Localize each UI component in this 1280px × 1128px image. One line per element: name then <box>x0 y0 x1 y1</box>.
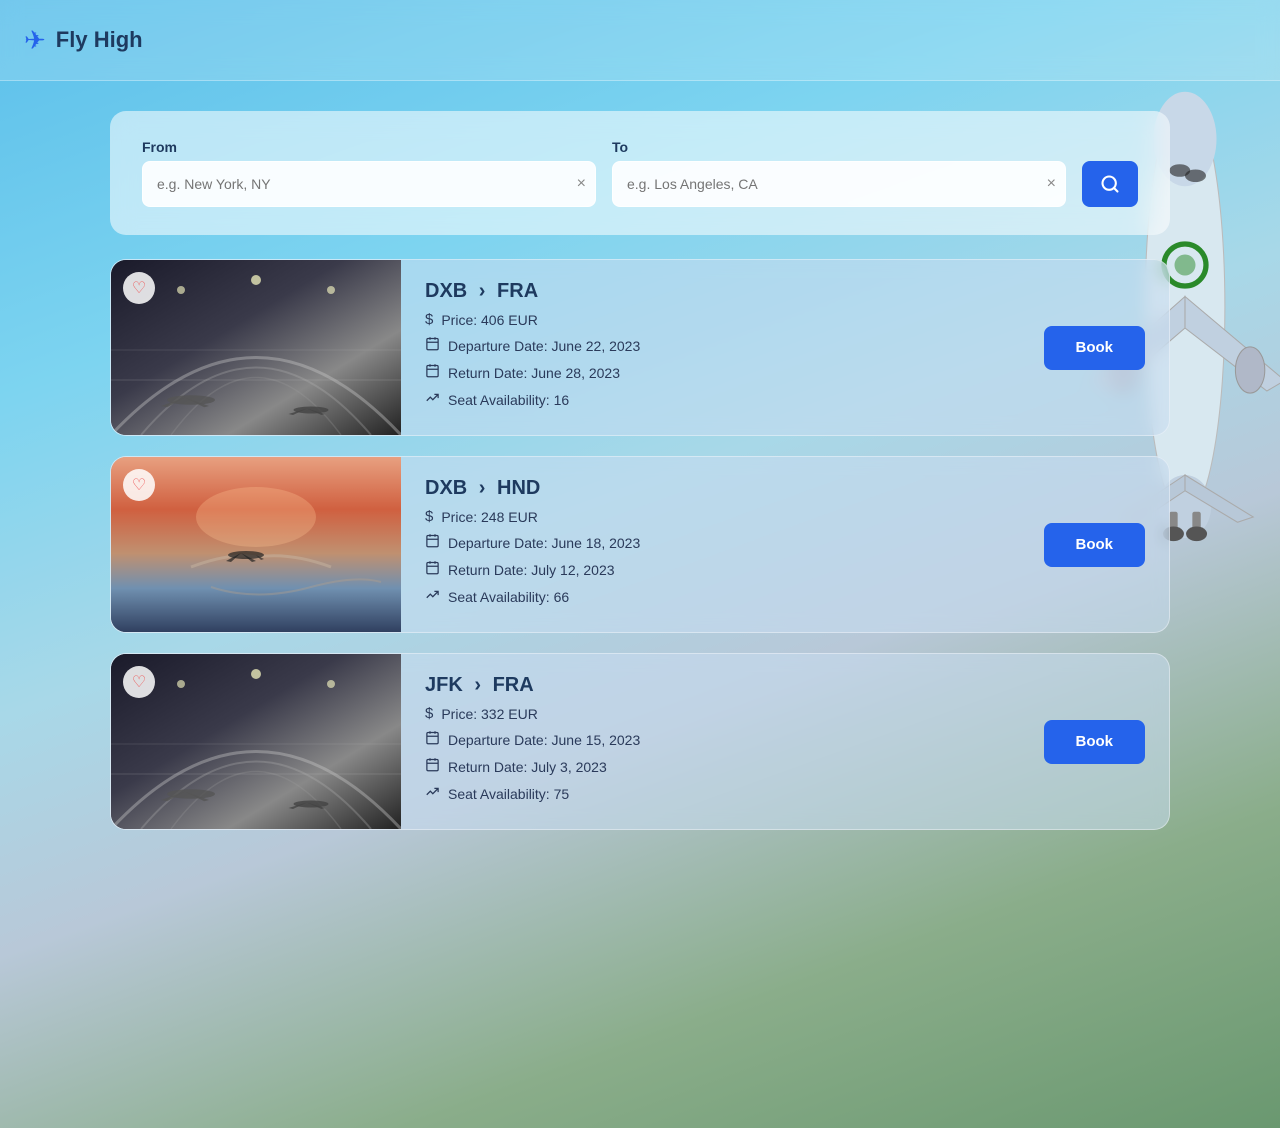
flight-image-0: ♡ <box>111 260 401 435</box>
seat-icon-0 <box>425 390 440 409</box>
flight-card-inner-2: ♡ <box>111 654 1169 829</box>
destination-0: FRA <box>497 280 538 302</box>
seats-1: Seat Availability: 66 <box>448 589 569 605</box>
flight-card-inner-1: ♡ <box>111 457 1169 632</box>
flight-card: ♡ <box>110 259 1170 436</box>
price-row-1: $ Price: 248 EUR <box>425 508 1020 525</box>
price-2: Price: 332 EUR <box>441 706 537 722</box>
favorite-button-1[interactable]: ♡ <box>123 469 155 501</box>
favorite-button-2[interactable]: ♡ <box>123 666 155 698</box>
price-row-2: $ Price: 332 EUR <box>425 705 1020 722</box>
flight-list: ♡ <box>110 259 1170 850</box>
route-arrow-2: › <box>474 674 481 696</box>
dollar-icon-0: $ <box>425 311 433 328</box>
flight-card: ♡ <box>110 456 1170 633</box>
plane-icon: ✈ <box>24 25 46 56</box>
origin-1: DXB <box>425 477 467 499</box>
book-button-0[interactable]: Book <box>1044 326 1146 370</box>
calendar-ret-svg-2 <box>425 757 440 772</box>
calendar-icon-dep-0 <box>425 336 440 355</box>
to-clear-button[interactable]: × <box>1047 176 1056 192</box>
flight-route-1: DXB › HND <box>425 477 1020 500</box>
flight-route-0: DXB › FRA <box>425 280 1020 303</box>
route-arrow-0: › <box>479 280 486 302</box>
price-0: Price: 406 EUR <box>441 312 537 328</box>
calendar-icon-ret-1 <box>425 560 440 579</box>
to-input[interactable] <box>612 161 1066 207</box>
flight-card-inner-0: ♡ <box>111 260 1169 435</box>
from-input[interactable] <box>142 161 596 207</box>
return-date-2: Return Date: July 3, 2023 <box>448 759 607 775</box>
seats-2: Seat Availability: 75 <box>448 786 569 802</box>
calendar-dep-svg-1 <box>425 533 440 548</box>
flight-info-0: DXB › FRA $ Price: 406 EUR <box>401 260 1044 435</box>
departure-1: Departure Date: June 18, 2023 <box>448 535 640 551</box>
destination-2: FRA <box>493 674 534 696</box>
search-icon <box>1100 174 1120 194</box>
departure-2: Departure Date: June 15, 2023 <box>448 732 640 748</box>
to-input-wrap: × <box>612 161 1066 207</box>
brand-name: Fly High <box>56 27 143 53</box>
seats-row-0: Seat Availability: 16 <box>425 390 1020 409</box>
dollar-icon-2: $ <box>425 705 433 722</box>
calendar-ret-svg-0 <box>425 363 440 378</box>
calendar-icon-ret-2 <box>425 757 440 776</box>
return-date-1: Return Date: July 12, 2023 <box>448 562 615 578</box>
brand: ✈ Fly High <box>24 25 143 56</box>
origin-0: DXB <box>425 280 467 302</box>
price-1: Price: 248 EUR <box>441 509 537 525</box>
calendar-ret-svg-1 <box>425 560 440 575</box>
origin-2: JFK <box>425 674 463 696</box>
seat-svg-1 <box>425 587 440 602</box>
from-input-wrap: × <box>142 161 596 207</box>
search-card: From × To × <box>110 111 1170 235</box>
flight-image-1: ♡ <box>111 457 401 632</box>
calendar-dep-svg-0 <box>425 336 440 351</box>
flight-info-2: JFK › FRA $ Price: 332 EUR <box>401 654 1044 829</box>
calendar-icon-ret-0 <box>425 363 440 382</box>
flight-info-1: DXB › HND $ Price: 248 EUR <box>401 457 1044 632</box>
book-button-2[interactable]: Book <box>1044 720 1146 764</box>
seat-icon-2 <box>425 784 440 803</box>
seats-row-1: Seat Availability: 66 <box>425 587 1020 606</box>
seat-svg-2 <box>425 784 440 799</box>
calendar-icon-dep-1 <box>425 533 440 552</box>
seat-icon-1 <box>425 587 440 606</box>
to-label: To <box>612 139 1066 155</box>
return-row-1: Return Date: July 12, 2023 <box>425 560 1020 579</box>
departure-row-1: Departure Date: June 18, 2023 <box>425 533 1020 552</box>
destination-1: HND <box>497 477 540 499</box>
search-button[interactable] <box>1082 161 1138 207</box>
dollar-icon-1: $ <box>425 508 433 525</box>
return-row-2: Return Date: July 3, 2023 <box>425 757 1020 776</box>
price-row-0: $ Price: 406 EUR <box>425 311 1020 328</box>
return-date-0: Return Date: June 28, 2023 <box>448 365 620 381</box>
return-row-0: Return Date: June 28, 2023 <box>425 363 1020 382</box>
from-clear-button[interactable]: × <box>577 176 586 192</box>
navbar: ✈ Fly High <box>0 0 1280 81</box>
from-field: From × <box>142 139 596 207</box>
main-content: From × To × ♡ <box>0 81 1280 880</box>
seat-svg-0 <box>425 390 440 405</box>
from-label: From <box>142 139 596 155</box>
flight-route-2: JFK › FRA <box>425 674 1020 697</box>
calendar-dep-svg-2 <box>425 730 440 745</box>
departure-0: Departure Date: June 22, 2023 <box>448 338 640 354</box>
calendar-icon-dep-2 <box>425 730 440 749</box>
departure-row-0: Departure Date: June 22, 2023 <box>425 336 1020 355</box>
seats-row-2: Seat Availability: 75 <box>425 784 1020 803</box>
flight-image-2: ♡ <box>111 654 401 829</box>
flight-card: ♡ <box>110 653 1170 830</box>
route-arrow-1: › <box>479 477 486 499</box>
to-field: To × <box>612 139 1066 207</box>
departure-row-2: Departure Date: June 15, 2023 <box>425 730 1020 749</box>
seats-0: Seat Availability: 16 <box>448 392 569 408</box>
favorite-button-0[interactable]: ♡ <box>123 272 155 304</box>
book-button-1[interactable]: Book <box>1044 523 1146 567</box>
